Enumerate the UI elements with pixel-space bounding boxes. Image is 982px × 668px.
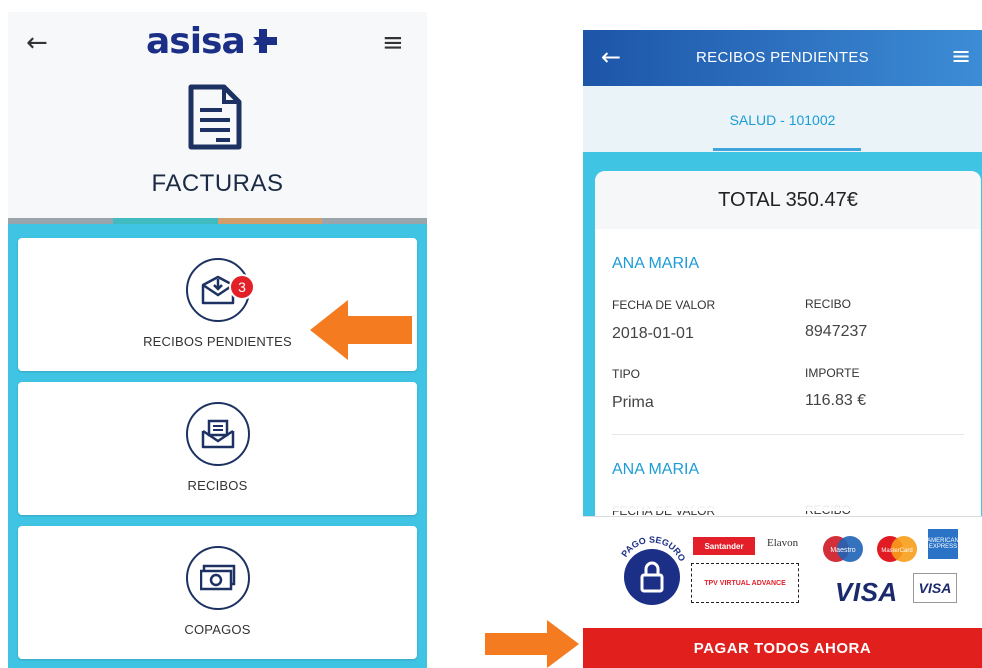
menu-icon[interactable]: ≡ [951,42,971,70]
total-amount: TOTAL 350.47€ [595,171,981,229]
comparison-screenshot: ← asisa ≡ FACTURAS 3 RECIBOS PENDIENTES … [0,0,982,668]
tab-indicator-3[interactable] [217,218,323,224]
importe-value: 116.83 € [805,392,867,409]
page-title: FACTURAS [151,170,284,197]
recibos-label: RECIBOS [187,478,248,493]
orange-arrow-icon [310,300,412,360]
amex-logo: AMERICAN EXPRESS [927,529,959,559]
envelope-letter-icon [185,402,250,466]
recibo-label: RECIBO [805,297,852,311]
payment-methods-panel: PAGO SEGURO Santander Elavon TPV VIRTUAL… [583,516,982,628]
tpv-text: TPV VIRTUAL ADVANCE [704,579,786,587]
recibos-pendientes-screen: ← RECIBOS PENDIENTES ≡ SALUD - 101002 TO… [583,30,982,668]
recibos-card[interactable]: RECIBOS [18,382,417,515]
maestro-text: Maestro [830,547,855,554]
tab-salud[interactable]: SALUD - 101002 [583,112,982,128]
scroll-fade [595,471,981,511]
fecha-valor-value: 2018-01-01 [612,325,694,342]
pending-count-badge: 3 [229,274,255,300]
tpv-logo: TPV VIRTUAL ADVANCE [691,563,799,603]
policy-tabbar: SALUD - 101002 [583,86,982,152]
app-header: ← RECIBOS PENDIENTES ≡ [583,30,982,86]
visa-logo: VISA [835,577,898,607]
active-tab-underline [713,148,861,151]
importe-label: IMPORTE [805,366,860,380]
tab-indicator-4[interactable] [322,218,427,224]
recibo-value: 8947237 [805,323,868,340]
secure-payment-lock-icon: PAGO SEGURO [619,535,687,605]
header-title: RECIBOS PENDIENTES [696,49,869,66]
asisa-logo: asisa [146,20,279,62]
mastercard-logo: MasterCard [877,536,917,562]
back-arrow-icon[interactable]: ← [26,28,48,58]
logo-text: asisa [146,20,246,62]
pay-all-button[interactable]: PAGAR TODOS AHORA [583,628,982,668]
fecha-valor-label: FECHA DE VALOR [612,298,716,312]
maestro-logo: Maestro [823,536,863,562]
menu-icon[interactable]: ≡ [382,28,404,58]
document-icon [188,84,242,150]
receipt-divider [612,434,964,435]
category-tabs [8,218,427,224]
visa-electron-logo: VISA [913,573,957,603]
orange-arrow-right-icon [485,620,579,668]
facturas-header: ← asisa ≡ FACTURAS [8,12,427,224]
logo-plus-icon [252,29,277,53]
copagos-card[interactable]: COPAGOS [18,526,417,659]
tab-indicator-1[interactable] [8,218,113,224]
tipo-value: Prima [612,394,654,411]
santander-logo: Santander [693,537,755,555]
copagos-label: COPAGOS [184,622,251,637]
mastercard-text: MasterCard [881,548,912,554]
banknote-icon [185,546,250,610]
tab-indicator-2[interactable] [112,218,218,224]
receipt-holder-name: ANA MARIA [612,255,700,272]
tipo-label: TIPO [612,367,641,381]
receipts-card: TOTAL 350.47€ ANA MARIA FECHA DE VALOR R… [595,171,981,541]
elavon-logo: Elavon [767,537,799,549]
